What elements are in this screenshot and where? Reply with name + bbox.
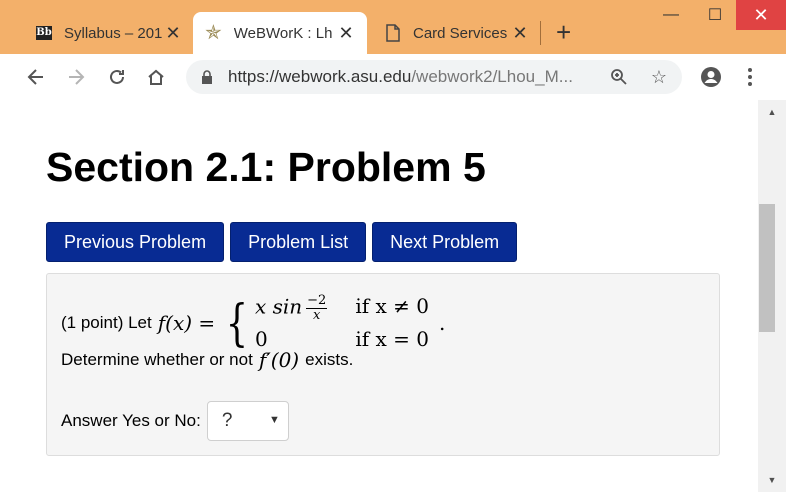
- tab-label: WeBWorK : Lh: [233, 24, 333, 42]
- case2-condition: if x = 0: [355, 327, 429, 351]
- case1-condition: if x ≠ 0: [355, 294, 429, 318]
- bookmark-star-icon[interactable]: ☆: [648, 66, 670, 88]
- url-host: https://webwork.asu.edu: [228, 67, 412, 86]
- answer-row: Answer Yes or No: ? ▼: [61, 401, 289, 441]
- tab-card-services[interactable]: Card Services ✕: [373, 12, 541, 54]
- reload-icon[interactable]: [103, 63, 131, 91]
- tab-webwork[interactable]: ✯ WeBWorK : Lh ✕: [193, 12, 367, 54]
- window-close-icon[interactable]: ✕: [736, 0, 786, 30]
- scrollbar-thumb[interactable]: [759, 204, 775, 332]
- chevron-down-icon: ▼: [268, 414, 280, 426]
- problem-question: Determine whether or not f′(0) exists.: [61, 348, 353, 372]
- tab-close-icon[interactable]: ✕: [164, 23, 182, 43]
- scroll-up-icon[interactable]: ▲: [758, 102, 786, 122]
- statement-period: .: [438, 310, 446, 335]
- document-icon: [386, 24, 400, 42]
- case1-expression: x sin −2 x: [254, 293, 328, 323]
- tab-divider: [540, 21, 541, 45]
- back-icon[interactable]: [22, 63, 50, 91]
- page-title: Section 2.1: Problem 5: [46, 144, 486, 190]
- title-bar: Bb Syllabus – 201 ✕ ✯ WeBWorK : Lh ✕ Car…: [0, 0, 786, 54]
- page-content: Section 2.1: Problem 5 Previous Problem …: [0, 100, 758, 492]
- problem-body: (1 point) Let f(x) = { x sin −2 x if x ≠ 0…: [46, 273, 720, 456]
- webwork-star-icon: ✯: [205, 22, 222, 44]
- tab-close-icon[interactable]: ✕: [511, 23, 529, 43]
- piecewise-brace: {: [225, 293, 249, 352]
- maximize-icon[interactable]: ☐: [694, 0, 736, 30]
- question-math: f′(0): [258, 348, 300, 372]
- tab-label: Card Services: [413, 24, 508, 42]
- minimize-icon[interactable]: —: [648, 0, 694, 30]
- address-bar[interactable]: https://webwork.asu.edu/webwork2/Lhou_M.…: [186, 60, 682, 94]
- home-icon[interactable]: [142, 63, 170, 91]
- menu-icon[interactable]: [736, 63, 764, 91]
- problem-nav: Previous Problem Problem List Next Probl…: [46, 222, 518, 262]
- vertical-scrollbar[interactable]: ▲ ▼: [758, 100, 786, 492]
- problem-prefix: (1 point) Let: [61, 312, 152, 332]
- previous-problem-button[interactable]: Previous Problem: [46, 222, 225, 262]
- browser-toolbar: https://webwork.asu.edu/webwork2/Lhou_M.…: [0, 54, 786, 101]
- problem-statement: (1 point) Let f(x) = { x sin −2 x if x ≠ 0…: [61, 293, 446, 352]
- next-problem-button[interactable]: Next Problem: [372, 222, 518, 262]
- account-icon[interactable]: [697, 63, 725, 91]
- tab-label: Syllabus – 201: [64, 24, 163, 42]
- answer-select[interactable]: ? ▼: [206, 401, 289, 441]
- question-suffix: exists.: [305, 350, 354, 369]
- tab-close-icon[interactable]: ✕: [337, 23, 355, 43]
- new-tab-icon[interactable]: +: [556, 18, 571, 46]
- case1-fraction: −2 x: [306, 293, 328, 323]
- url-text: https://webwork.asu.edu/webwork2/Lhou_M.…: [228, 67, 573, 87]
- problem-list-button[interactable]: Problem List: [230, 222, 367, 262]
- lock-icon: [202, 70, 212, 84]
- zoom-icon[interactable]: [608, 66, 630, 88]
- scroll-down-icon[interactable]: ▼: [758, 470, 786, 490]
- question-prefix: Determine whether or not: [61, 350, 253, 369]
- blackboard-icon: Bb: [36, 26, 52, 40]
- function-lhs: f(x) =: [157, 310, 216, 335]
- tab-syllabus[interactable]: Bb Syllabus – 201 ✕: [24, 12, 194, 54]
- forward-icon[interactable]: [62, 63, 90, 91]
- piecewise-cases: x sin −2 x if x ≠ 0 0 if x = 0: [254, 293, 429, 352]
- answer-select-value: ?: [221, 410, 233, 431]
- answer-label: Answer Yes or No:: [61, 411, 201, 430]
- url-path: /webwork2/Lhou_M...: [411, 67, 573, 86]
